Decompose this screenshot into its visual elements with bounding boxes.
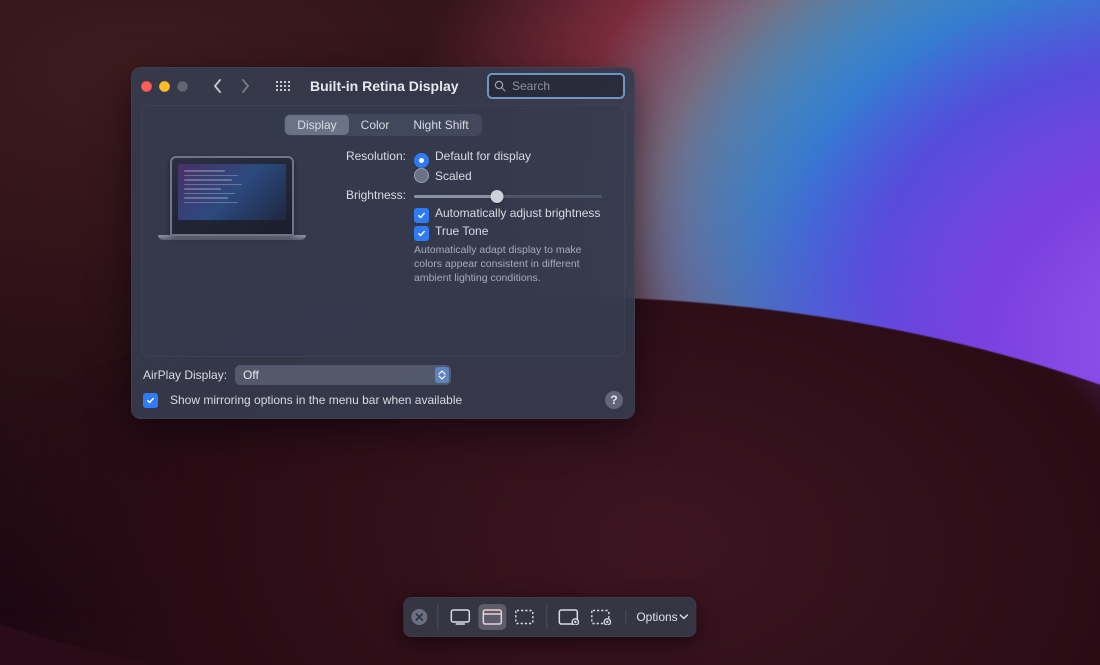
- airplay-select[interactable]: Off: [235, 365, 451, 385]
- window-icon: [482, 609, 502, 625]
- record-selected-portion-button[interactable]: [587, 604, 615, 630]
- tab-color[interactable]: Color: [349, 115, 402, 135]
- capture-selected-window-button[interactable]: [478, 604, 506, 630]
- tab-bar: Display Color Night Shift: [284, 114, 481, 136]
- chevron-right-icon: [241, 79, 250, 93]
- true-tone-description: Automatically adapt display to make colo…: [414, 243, 604, 286]
- brightness-slider[interactable]: [414, 189, 602, 203]
- record-screen-icon: [558, 609, 580, 625]
- chevron-down-icon: [680, 614, 689, 620]
- resolution-label: Resolution:: [330, 148, 414, 163]
- capture-selected-portion-button[interactable]: [510, 604, 538, 630]
- select-stepper-icon: [435, 367, 449, 383]
- grid-icon: [276, 81, 290, 91]
- search-input[interactable]: [510, 78, 618, 94]
- mirroring-options-label: Show mirroring options in the menu bar w…: [170, 393, 462, 407]
- check-icon: [417, 229, 426, 238]
- laptop-icon: [170, 156, 294, 236]
- chevron-left-icon: [213, 79, 222, 93]
- auto-brightness-label: Automatically adjust brightness: [435, 206, 600, 220]
- capture-entire-screen-button[interactable]: [446, 604, 474, 630]
- selection-icon: [514, 609, 534, 625]
- true-tone-label: True Tone: [435, 224, 488, 238]
- window-minimize-button[interactable]: [159, 81, 170, 92]
- true-tone-checkbox[interactable]: [414, 226, 429, 241]
- record-selection-icon: [590, 609, 612, 625]
- help-button[interactable]: ?: [605, 391, 623, 409]
- window-zoom-button[interactable]: [177, 81, 188, 92]
- tab-night-shift[interactable]: Night Shift: [401, 115, 480, 135]
- resolution-scaled-radio[interactable]: [414, 168, 429, 183]
- mirroring-options-checkbox[interactable]: [143, 393, 158, 408]
- displays-preferences-window: Built-in Retina Display Display Color Ni…: [131, 67, 635, 419]
- resolution-default-radio[interactable]: [414, 153, 429, 168]
- tab-display[interactable]: Display: [285, 115, 348, 135]
- screen-icon: [450, 609, 470, 625]
- resolution-default-label: Default for display: [435, 149, 531, 163]
- check-icon: [417, 211, 426, 220]
- window-titlebar: Built-in Retina Display: [131, 67, 635, 105]
- traffic-lights: [141, 81, 188, 92]
- back-button[interactable]: [206, 75, 228, 97]
- window-close-button[interactable]: [141, 81, 152, 92]
- display-preview: [162, 156, 302, 288]
- display-tab-content: Display Color Night Shift: [141, 105, 625, 357]
- record-entire-screen-button[interactable]: [555, 604, 583, 630]
- airplay-value: Off: [243, 368, 259, 382]
- screenshot-options-label: Options: [636, 610, 677, 624]
- airplay-label: AirPlay Display:: [143, 368, 227, 382]
- screenshot-toolbar: Options: [403, 597, 696, 637]
- screenshot-options-button[interactable]: Options: [625, 610, 688, 624]
- brightness-label: Brightness:: [330, 187, 414, 202]
- search-field[interactable]: [487, 73, 625, 99]
- auto-brightness-checkbox[interactable]: [414, 208, 429, 223]
- check-icon: [146, 396, 155, 405]
- screenshot-cancel-button[interactable]: [411, 609, 427, 625]
- show-all-button[interactable]: [272, 75, 294, 97]
- forward-button[interactable]: [234, 75, 256, 97]
- window-title: Built-in Retina Display: [310, 78, 459, 94]
- search-icon: [494, 80, 506, 92]
- resolution-scaled-label: Scaled: [435, 169, 472, 183]
- close-icon: [415, 613, 423, 621]
